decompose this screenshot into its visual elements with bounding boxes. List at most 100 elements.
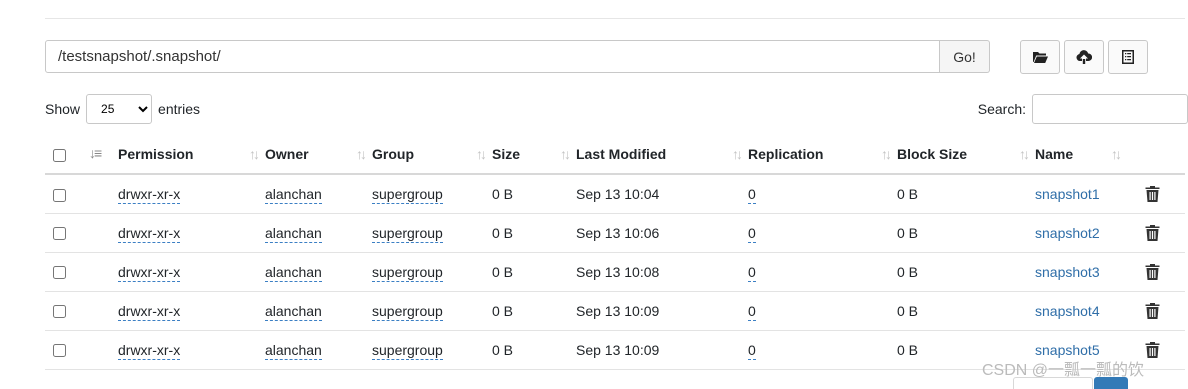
- cut-paste-button[interactable]: [1108, 40, 1148, 74]
- header-size[interactable]: Size ↑↓: [492, 135, 576, 175]
- entries-label: entries: [158, 101, 201, 117]
- table-header-row: ↓≡ Permission ↑↓ Owner ↑↓ Group ↑↓ Size ↑↓ L…: [45, 135, 1185, 175]
- table-row: drwxr-xr-x alanchan supergroup 0 B Sep 1…: [45, 213, 1185, 253]
- table-row: drwxr-xr-x alanchan supergroup 0 B Sep 1…: [45, 291, 1185, 331]
- row-checkbox[interactable]: [53, 344, 66, 358]
- replication-cell[interactable]: 0: [748, 302, 756, 321]
- modified-cell: Sep 13 10:06: [576, 213, 748, 253]
- owner-cell[interactable]: alanchan: [265, 302, 322, 321]
- permission-cell[interactable]: drwxr-xr-x: [118, 185, 181, 204]
- group-cell[interactable]: supergroup: [372, 263, 443, 282]
- group-cell[interactable]: supergroup: [372, 185, 443, 204]
- show-label: Show: [45, 101, 81, 117]
- create-directory-button[interactable]: [1020, 40, 1060, 74]
- size-cell: 0 B: [492, 213, 576, 253]
- entries-select[interactable]: 25: [86, 94, 153, 124]
- replication-cell[interactable]: 0: [748, 224, 756, 243]
- entries-length-control: Show 25 entries: [45, 94, 200, 124]
- block-size-cell: 0 B: [897, 174, 1035, 214]
- size-cell: 0 B: [492, 291, 576, 331]
- trash-icon: [1145, 186, 1160, 203]
- path-bar: Go!: [45, 40, 990, 73]
- trash-icon: [1145, 342, 1160, 359]
- group-cell[interactable]: supergroup: [372, 341, 443, 360]
- header-permission[interactable]: Permission ↑↓: [118, 135, 265, 175]
- row-checkbox[interactable]: [53, 266, 66, 280]
- actions-header: [1145, 135, 1185, 175]
- file-name-link[interactable]: snapshot3: [1035, 264, 1100, 280]
- sort-icon: ↑↓: [560, 146, 571, 162]
- sort-icon: ↑↓: [1111, 146, 1122, 162]
- search-label: Search:: [977, 101, 1026, 117]
- permission-cell[interactable]: drwxr-xr-x: [118, 302, 181, 321]
- permission-cell[interactable]: drwxr-xr-x: [118, 341, 181, 360]
- group-cell[interactable]: supergroup: [372, 302, 443, 321]
- delete-button[interactable]: [1145, 213, 1185, 253]
- file-table: ↓≡ Permission ↑↓ Owner ↑↓ Group ↑↓ Size ↑↓ L…: [45, 135, 1185, 370]
- select-all-header: [45, 135, 83, 175]
- file-name-link[interactable]: snapshot1: [1035, 186, 1100, 202]
- delete-button[interactable]: [1145, 330, 1185, 370]
- modified-cell: Sep 13 10:09: [576, 330, 748, 370]
- owner-cell[interactable]: alanchan: [265, 224, 322, 243]
- header-block-size[interactable]: Block Size ↑↓: [897, 135, 1035, 175]
- modified-cell: Sep 13 10:08: [576, 252, 748, 292]
- sort-icon: ↑↓: [1019, 146, 1030, 162]
- table-row: drwxr-xr-x alanchan supergroup 0 B Sep 1…: [45, 174, 1185, 214]
- trash-icon: [1145, 303, 1160, 320]
- sort-icon: ↑↓: [476, 146, 487, 162]
- group-cell[interactable]: supergroup: [372, 224, 443, 243]
- file-name-link[interactable]: snapshot2: [1035, 225, 1100, 241]
- owner-cell[interactable]: alanchan: [265, 341, 322, 360]
- sort-header[interactable]: ↓≡: [83, 135, 118, 175]
- replication-cell[interactable]: 0: [748, 185, 756, 204]
- trash-icon: [1145, 264, 1160, 281]
- row-checkbox[interactable]: [53, 188, 66, 202]
- row-checkbox[interactable]: [53, 305, 66, 319]
- row-checkbox[interactable]: [53, 227, 66, 241]
- owner-cell[interactable]: alanchan: [265, 263, 322, 282]
- select-all-checkbox[interactable]: [53, 148, 66, 162]
- delete-button[interactable]: [1145, 291, 1185, 331]
- size-cell: 0 B: [492, 330, 576, 370]
- owner-cell[interactable]: alanchan: [265, 185, 322, 204]
- sort-ascending-icon: ↓≡: [89, 145, 102, 161]
- replication-cell[interactable]: 0: [748, 341, 756, 360]
- top-divider: [45, 18, 1185, 19]
- heading-fragment: [310, 0, 332, 2]
- size-cell: 0 B: [492, 174, 576, 214]
- table-row: drwxr-xr-x alanchan supergroup 0 B Sep 1…: [45, 252, 1185, 292]
- trash-icon: [1145, 225, 1160, 242]
- modified-cell: Sep 13 10:04: [576, 174, 748, 214]
- block-size-cell: 0 B: [897, 291, 1035, 331]
- sort-icon: ↑↓: [249, 146, 260, 162]
- modified-cell: Sep 13 10:09: [576, 291, 748, 331]
- go-button[interactable]: Go!: [940, 40, 990, 73]
- pagination-previous-button[interactable]: [1013, 377, 1093, 389]
- sort-icon: ↑↓: [732, 146, 743, 162]
- permission-cell[interactable]: drwxr-xr-x: [118, 263, 181, 282]
- block-size-cell: 0 B: [897, 252, 1035, 292]
- sort-icon: ↑↓: [356, 146, 367, 162]
- pagination-active-page-button[interactable]: [1094, 377, 1128, 389]
- search-control: Search:: [978, 94, 1188, 124]
- list-icon: [1122, 50, 1134, 64]
- folder-open-icon: [1033, 52, 1048, 63]
- block-size-cell: 0 B: [897, 213, 1035, 253]
- upload-button[interactable]: [1064, 40, 1104, 74]
- file-name-link[interactable]: snapshot4: [1035, 303, 1100, 319]
- path-input[interactable]: [45, 40, 940, 73]
- upload-cloud-icon: [1076, 50, 1092, 64]
- sort-icon: ↑↓: [881, 146, 892, 162]
- header-last-modified[interactable]: Last Modified ↑↓: [576, 135, 748, 175]
- replication-cell[interactable]: 0: [748, 263, 756, 282]
- header-group[interactable]: Group ↑↓: [372, 135, 492, 175]
- search-input[interactable]: [1032, 94, 1188, 124]
- header-name[interactable]: Name ↑↓: [1035, 135, 1145, 175]
- header-owner[interactable]: Owner ↑↓: [265, 135, 372, 175]
- size-cell: 0 B: [492, 252, 576, 292]
- permission-cell[interactable]: drwxr-xr-x: [118, 224, 181, 243]
- delete-button[interactable]: [1145, 252, 1185, 292]
- header-replication[interactable]: Replication ↑↓: [748, 135, 897, 175]
- delete-button[interactable]: [1145, 174, 1185, 214]
